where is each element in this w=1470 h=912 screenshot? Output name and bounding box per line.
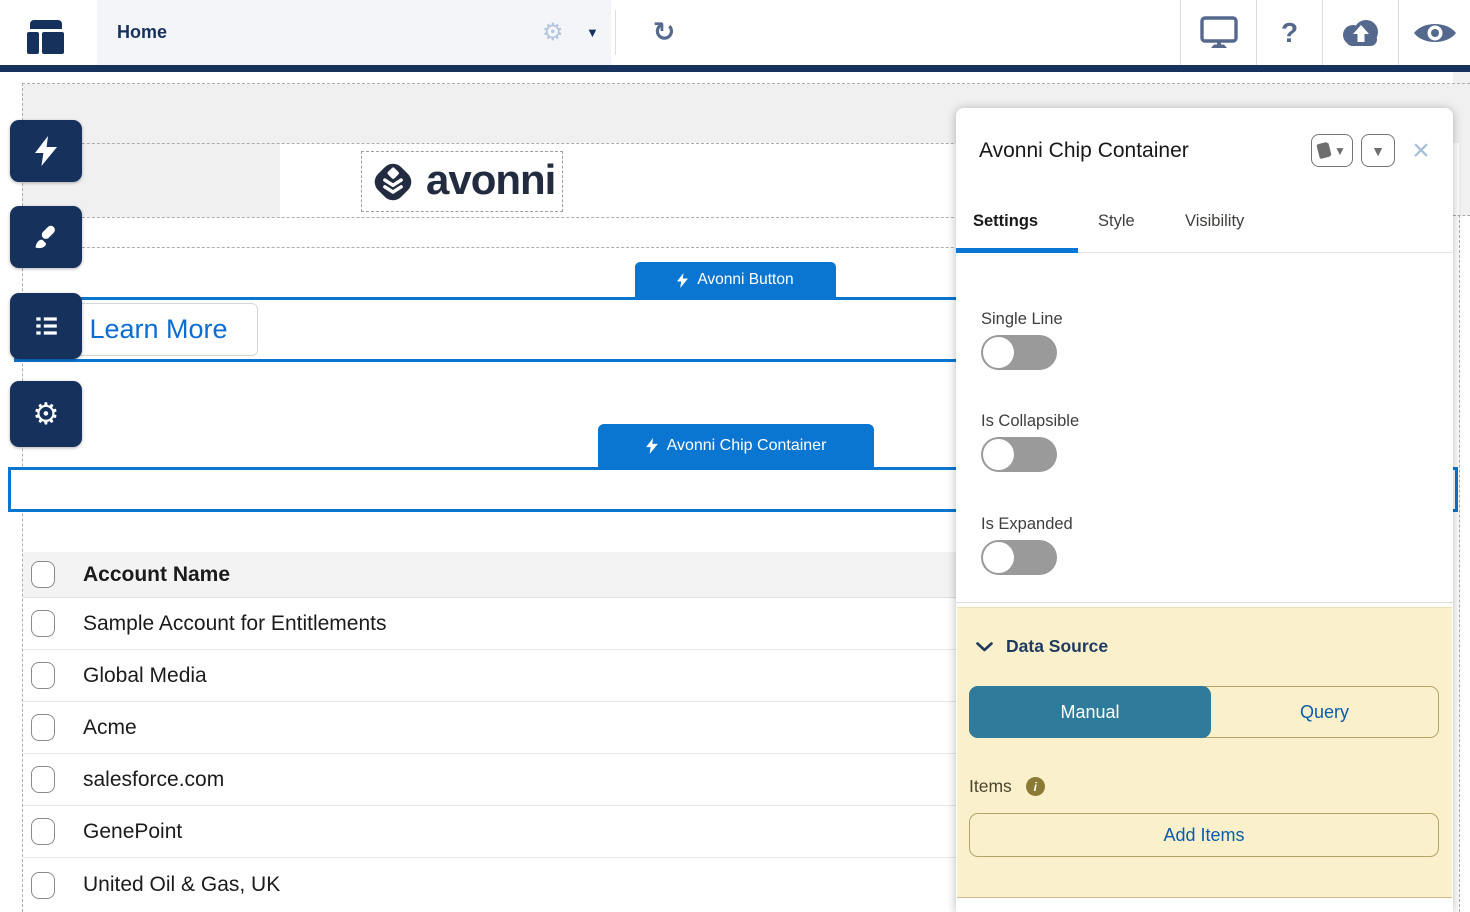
- paintbrush-icon: [32, 223, 60, 251]
- row-checkbox[interactable]: [31, 610, 55, 637]
- avonni-chip-container-component-tag[interactable]: Avonni Chip Container: [598, 424, 874, 467]
- card-stack-icon: [1318, 143, 1330, 158]
- is-expanded-label: Is Expanded: [981, 515, 1073, 534]
- component-tag-label: Avonni Chip Container: [667, 437, 827, 455]
- data-source-header[interactable]: Data Source: [976, 636, 1108, 657]
- page-menu-caret-icon[interactable]: ▼: [586, 0, 599, 65]
- monitor-icon: [1198, 15, 1240, 51]
- toolbar-divider: [615, 10, 616, 55]
- lightning-bolt-icon: [35, 136, 57, 166]
- select-all-checkbox[interactable]: [31, 561, 55, 588]
- panel-title: Avonni Chip Container: [979, 139, 1189, 163]
- row-checkbox[interactable]: [31, 766, 55, 793]
- sidebar-theme-button[interactable]: [10, 206, 82, 268]
- list-icon: [32, 312, 60, 340]
- mode-query-button[interactable]: Query: [1211, 687, 1438, 737]
- lightning-bolt-icon: [646, 438, 658, 454]
- builder-logo-icon[interactable]: [27, 20, 64, 54]
- properties-panel: Avonni Chip Container ▼ ▼ × Settings Sty…: [956, 108, 1453, 912]
- page-tab-label: Home: [117, 22, 167, 43]
- add-items-button[interactable]: Add Items: [969, 813, 1439, 857]
- account-name-cell: GenePoint: [83, 820, 182, 844]
- row-checkbox[interactable]: [31, 872, 55, 899]
- panel-section-divider: [956, 602, 1453, 603]
- avonni-logo-component[interactable]: avonni: [361, 151, 563, 212]
- info-icon[interactable]: i: [1026, 777, 1045, 796]
- help-button[interactable]: ?: [1256, 0, 1322, 65]
- chevron-down-icon: ▼: [1334, 144, 1346, 158]
- row-checkbox[interactable]: [31, 662, 55, 689]
- tab-settings[interactable]: Settings: [973, 212, 1038, 231]
- items-label: Items: [969, 776, 1012, 797]
- experience-builder-window: Home ⚙ ▼ ↻ ?: [0, 0, 1470, 912]
- variant-picker-button[interactable]: ▼: [1311, 134, 1353, 167]
- row-checkbox[interactable]: [31, 714, 55, 741]
- account-name-cell: United Oil & Gas, UK: [83, 873, 280, 897]
- top-toolbar: Home ⚙ ▼ ↻ ?: [0, 0, 1470, 65]
- data-source-section: Data Source Manual Query Items i Add Ite…: [957, 607, 1452, 898]
- chevron-down-icon: [976, 642, 993, 652]
- account-name-cell: Acme: [83, 716, 137, 740]
- data-source-mode-switch: Manual Query: [969, 686, 1439, 738]
- tab-visibility[interactable]: Visibility: [1185, 212, 1244, 231]
- single-line-label: Single Line: [981, 310, 1063, 329]
- data-source-title: Data Source: [1006, 636, 1108, 657]
- panel-menu-button[interactable]: ▼: [1361, 134, 1395, 167]
- avonni-logo-word: avonni: [426, 156, 555, 204]
- refresh-icon[interactable]: ↻: [636, 0, 692, 65]
- publish-button[interactable]: [1322, 0, 1398, 65]
- learn-more-button[interactable]: Learn More: [59, 303, 258, 356]
- question-icon: ?: [1281, 17, 1298, 49]
- cloud-upload-icon: [1338, 17, 1384, 49]
- chevron-down-icon: ▼: [1371, 143, 1385, 159]
- avonni-button-component-tag[interactable]: Avonni Button: [635, 262, 836, 298]
- close-icon[interactable]: ×: [1405, 134, 1437, 167]
- sidebar-pages-button[interactable]: [10, 293, 82, 359]
- account-name-cell: salesforce.com: [83, 768, 224, 792]
- gear-icon: ⚙: [33, 397, 60, 432]
- learn-more-label: Learn More: [89, 314, 227, 345]
- component-tag-label: Avonni Button: [697, 271, 793, 289]
- page-settings-gear-icon[interactable]: ⚙: [542, 0, 564, 65]
- avonni-logo-icon: [370, 156, 416, 208]
- mode-manual-button[interactable]: Manual: [969, 686, 1211, 738]
- is-collapsible-label: Is Collapsible: [981, 412, 1079, 431]
- active-tab-underline: [956, 248, 1078, 253]
- row-checkbox[interactable]: [31, 818, 55, 845]
- topbar-navy-divider: [0, 65, 1470, 72]
- add-items-label: Add Items: [1163, 825, 1244, 846]
- device-preview-button[interactable]: [1180, 0, 1256, 65]
- is-collapsible-toggle[interactable]: [981, 437, 1057, 472]
- preview-button[interactable]: [1398, 0, 1470, 65]
- section-dashed-line: [22, 83, 1470, 84]
- account-name-cell: Global Media: [83, 664, 207, 688]
- account-name-cell: Sample Account for Entitlements: [83, 612, 387, 636]
- column-header-label: Account Name: [83, 563, 230, 587]
- lightning-bolt-icon: [677, 273, 688, 288]
- tab-style[interactable]: Style: [1098, 212, 1135, 231]
- sidebar-settings-button[interactable]: ⚙: [10, 381, 82, 447]
- eye-icon: [1412, 19, 1458, 47]
- page-tab-home[interactable]: Home ⚙ ▼: [97, 0, 611, 65]
- single-line-toggle[interactable]: [981, 335, 1057, 370]
- is-expanded-toggle[interactable]: [981, 540, 1057, 575]
- items-field-label-row: Items i: [969, 776, 1045, 797]
- sidebar-components-button[interactable]: [10, 120, 82, 182]
- canvas-right-dashed-border: [1459, 215, 1460, 912]
- section-dashed-line: [1453, 215, 1470, 216]
